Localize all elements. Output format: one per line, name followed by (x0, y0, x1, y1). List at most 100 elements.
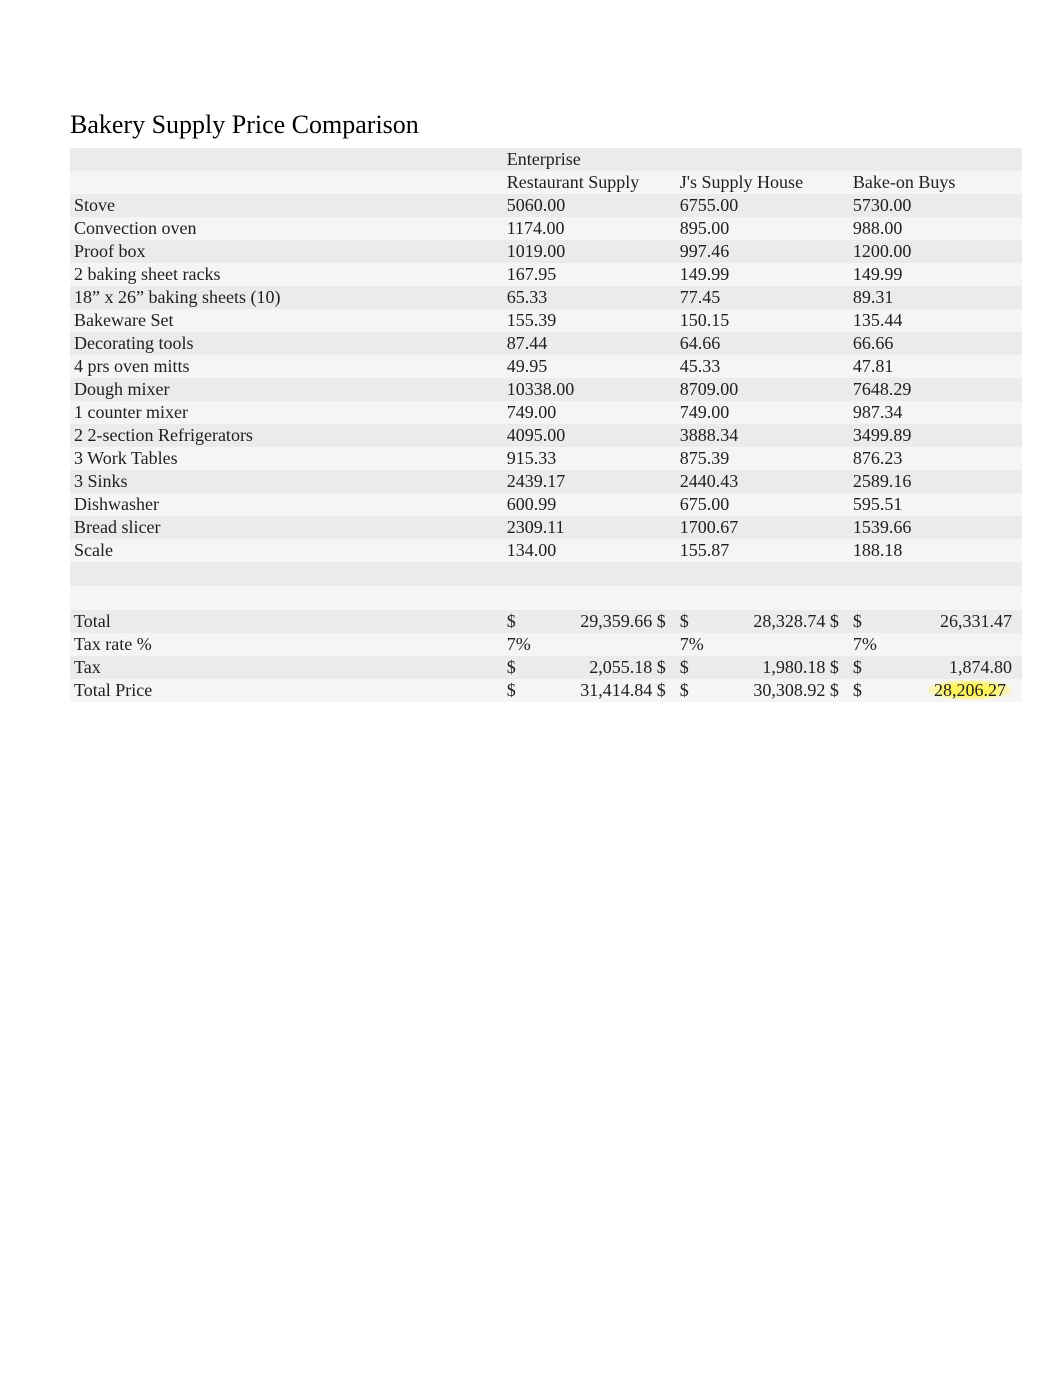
item-value: 875.39 (676, 447, 849, 470)
item-value: 3888.34 (676, 424, 849, 447)
price-table: EnterpriseRestaurant SupplyJ's Supply Ho… (70, 148, 1022, 702)
table-row: Scale134.00155.87188.18 (70, 539, 1022, 562)
item-value: 135.44 (849, 309, 1022, 332)
table-row: Tax$2,055.18 $$1,980.18 $$1,874.80 (70, 656, 1022, 679)
item-value: 876.23 (849, 447, 1022, 470)
table-row: Decorating tools87.4464.6666.66 (70, 332, 1022, 355)
item-value: 2589.16 (849, 470, 1022, 493)
item-value: 4095.00 (503, 424, 676, 447)
item-value: 49.95 (503, 355, 676, 378)
item-value: 2309.11 (503, 516, 676, 539)
item-value: 155.87 (676, 539, 849, 562)
page-title: Bakery Supply Price Comparison (70, 110, 1022, 140)
item-value: 47.81 (849, 355, 1022, 378)
item-label: 2 2-section Refrigerators (70, 424, 503, 447)
table-row (70, 562, 1022, 586)
item-value: 988.00 (849, 217, 1022, 240)
summary-value-highlight: $28,206.27 (849, 679, 1022, 702)
col-header: Restaurant Supply (503, 171, 676, 194)
summary-value: $31,414.84 $ (503, 679, 676, 702)
table-row: Bread slicer2309.111700.671539.66 (70, 516, 1022, 539)
summary-label-taxrate: Tax rate % (70, 633, 503, 656)
item-value: 64.66 (676, 332, 849, 355)
item-value: 66.66 (849, 332, 1022, 355)
item-value: 997.46 (676, 240, 849, 263)
table-row: Enterprise (70, 148, 1022, 171)
summary-value: $29,359.66 $ (503, 610, 676, 633)
summary-label-tax: Tax (70, 656, 503, 679)
table-row: Bakeware Set155.39150.15135.44 (70, 309, 1022, 332)
item-value: 2440.43 (676, 470, 849, 493)
table-row: Stove5060.006755.005730.00 (70, 194, 1022, 217)
item-value: 6755.00 (676, 194, 849, 217)
table-row: 3 Sinks2439.172440.432589.16 (70, 470, 1022, 493)
item-value: 749.00 (676, 401, 849, 424)
item-value: 895.00 (676, 217, 849, 240)
item-value: 915.33 (503, 447, 676, 470)
table-row: Total Price$31,414.84 $$30,308.92 $$28,2… (70, 679, 1022, 702)
item-label: 18” x 26” baking sheets (10) (70, 286, 503, 309)
item-value: 149.99 (849, 263, 1022, 286)
summary-value: $26,331.47 (849, 610, 1022, 633)
item-value: 3499.89 (849, 424, 1022, 447)
item-value: 65.33 (503, 286, 676, 309)
table-row: 3 Work Tables915.33875.39876.23 (70, 447, 1022, 470)
item-label: 3 Work Tables (70, 447, 503, 470)
summary-value: $30,308.92 $ (676, 679, 849, 702)
item-value: 77.45 (676, 286, 849, 309)
table-row: 18” x 26” baking sheets (10)65.3377.4589… (70, 286, 1022, 309)
item-value: 600.99 (503, 493, 676, 516)
header-blank (70, 171, 503, 194)
item-label: Dishwasher (70, 493, 503, 516)
summary-value: $28,328.74 $ (676, 610, 849, 633)
item-value: 89.31 (849, 286, 1022, 309)
item-label: Stove (70, 194, 503, 217)
item-value: 188.18 (849, 539, 1022, 562)
item-value: 149.99 (676, 263, 849, 286)
item-value: 134.00 (503, 539, 676, 562)
item-value: 749.00 (503, 401, 676, 424)
item-label: Convection oven (70, 217, 503, 240)
table-row (70, 586, 1022, 610)
header-blank (676, 148, 849, 171)
table-row: 4 prs oven mitts49.9545.3347.81 (70, 355, 1022, 378)
item-value: 167.95 (503, 263, 676, 286)
item-value: 7648.29 (849, 378, 1022, 401)
item-value: 5060.00 (503, 194, 676, 217)
table-row: Dough mixer10338.008709.007648.29 (70, 378, 1022, 401)
header-blank (70, 148, 503, 171)
item-label: Scale (70, 539, 503, 562)
item-label: Bakeware Set (70, 309, 503, 332)
table-row: 2 2-section Refrigerators4095.003888.343… (70, 424, 1022, 447)
item-value: 8709.00 (676, 378, 849, 401)
item-label: Proof box (70, 240, 503, 263)
summary-value: $1,874.80 (849, 656, 1022, 679)
item-value: 1700.67 (676, 516, 849, 539)
table-row: 1 counter mixer749.00749.00987.34 (70, 401, 1022, 424)
item-value: 87.44 (503, 332, 676, 355)
item-value: 1200.00 (849, 240, 1022, 263)
summary-value: $2,055.18 $ (503, 656, 676, 679)
item-value: 675.00 (676, 493, 849, 516)
item-value: 45.33 (676, 355, 849, 378)
header-blank (849, 148, 1022, 171)
item-label: Decorating tools (70, 332, 503, 355)
item-value: 2439.17 (503, 470, 676, 493)
table-row: Restaurant SupplyJ's Supply HouseBake-on… (70, 171, 1022, 194)
item-label: 2 baking sheet racks (70, 263, 503, 286)
item-value: 150.15 (676, 309, 849, 332)
table-row: 2 baking sheet racks167.95149.99149.99 (70, 263, 1022, 286)
summary-value: $1,980.18 $ (676, 656, 849, 679)
table-row: Tax rate %7%7%7% (70, 633, 1022, 656)
item-label: Bread slicer (70, 516, 503, 539)
col-header: Bake-on Buys (849, 171, 1022, 194)
item-value: 1019.00 (503, 240, 676, 263)
item-label: 1 counter mixer (70, 401, 503, 424)
item-label: 3 Sinks (70, 470, 503, 493)
col-header-line1: Enterprise (503, 148, 676, 171)
item-value: 155.39 (503, 309, 676, 332)
summary-value: 7% (849, 633, 1022, 656)
item-value: 5730.00 (849, 194, 1022, 217)
item-value: 987.34 (849, 401, 1022, 424)
item-value: 1539.66 (849, 516, 1022, 539)
